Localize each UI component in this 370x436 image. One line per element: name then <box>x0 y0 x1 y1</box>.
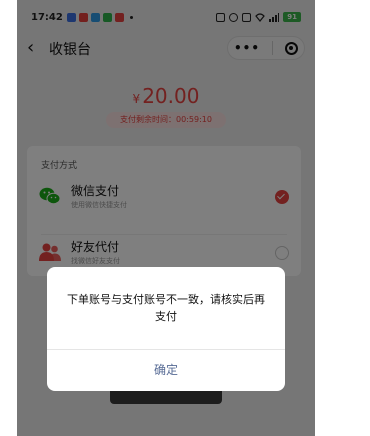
phone-screen: 17:42 91 ‹ 收银台 ••• ¥20.00 <box>17 0 315 436</box>
confirm-button[interactable]: 确定 <box>47 350 285 391</box>
dialog-message: 下单账号与支付账号不一致，请核实后再支付 <box>67 293 265 323</box>
alert-dialog: 下单账号与支付账号不一致，请核实后再支付 确定 <box>47 267 285 391</box>
